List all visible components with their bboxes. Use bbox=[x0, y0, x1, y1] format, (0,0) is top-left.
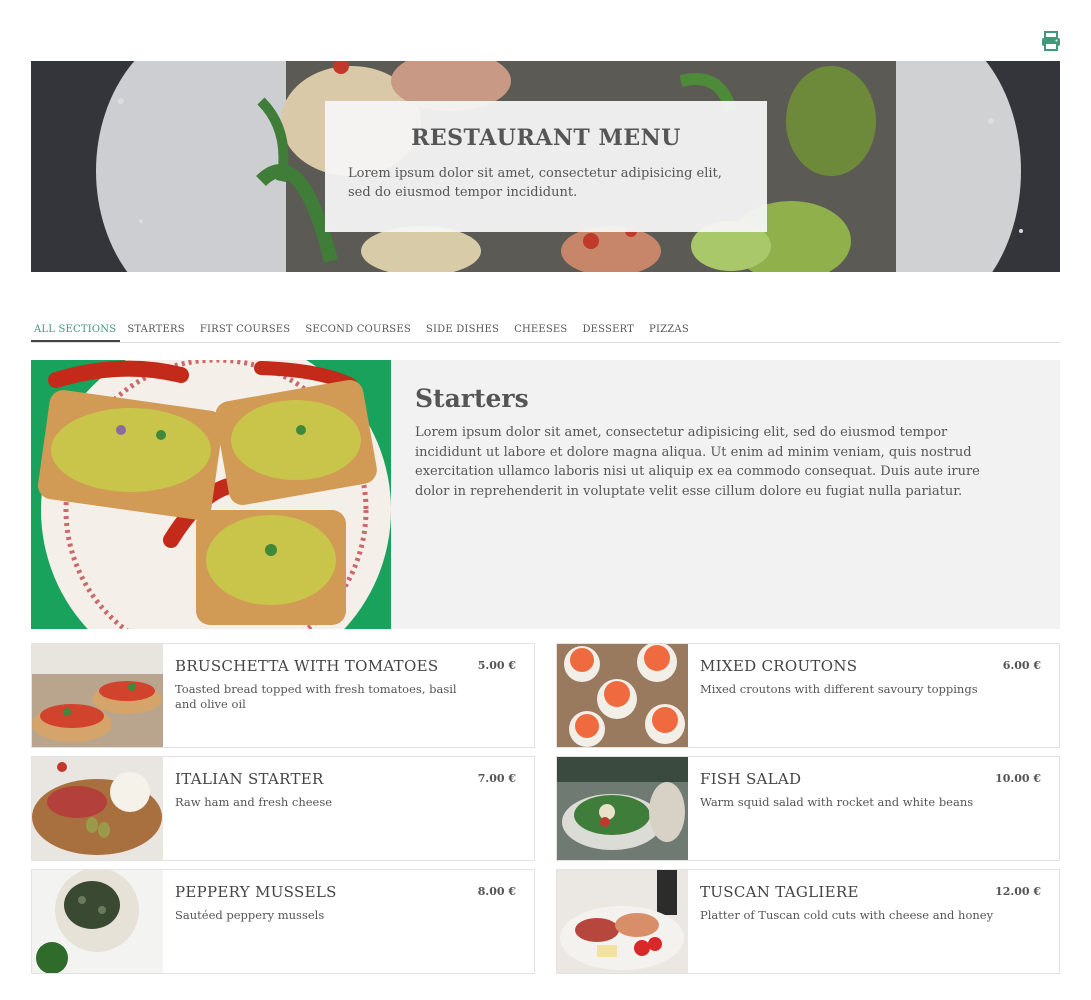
menu-item-price: 12.00 € bbox=[995, 885, 1041, 898]
menu-item-name: BRUSCHETTA WITH TOMATOES bbox=[175, 657, 439, 675]
menu-item-price: 6.00 € bbox=[1002, 659, 1041, 672]
menu-item-price: 10.00 € bbox=[995, 772, 1041, 785]
hero-card: RESTAURANT MENU Lorem ipsum dolor sit am… bbox=[325, 101, 767, 232]
menu-item-description: Sautéed peppery mussels bbox=[175, 908, 325, 922]
menu-item-description: Platter of Tuscan cold cuts with cheese … bbox=[700, 908, 994, 922]
menu-item-description: Toasted bread topped with fresh tomatoes… bbox=[175, 682, 457, 711]
menu-item-image bbox=[32, 757, 163, 860]
section-description: Lorem ipsum dolor sit amet, consectetur … bbox=[415, 425, 980, 499]
printer-icon bbox=[1042, 31, 1060, 51]
menu-item-card[interactable]: PEPPERY MUSSELS 8.00 € Sautéed peppery m… bbox=[31, 869, 535, 974]
menu-item-image bbox=[557, 870, 688, 973]
section-tabs: ALL SECTIONS STARTERS FIRST COURSES SECO… bbox=[31, 320, 1060, 343]
tab-side-dishes[interactable]: SIDE DISHES bbox=[423, 320, 507, 342]
tab-pizzas[interactable]: PIZZAS bbox=[646, 320, 697, 342]
menu-item-image bbox=[32, 644, 163, 747]
menu-item-name: MIXED CROUTONS bbox=[700, 657, 858, 675]
menu-item-card[interactable]: BRUSCHETTA WITH TOMATOES 5.00 € Toasted … bbox=[31, 643, 535, 748]
menu-item-name: TUSCAN TAGLIERE bbox=[700, 883, 859, 901]
menu-item-price: 8.00 € bbox=[477, 885, 516, 898]
tab-second-courses[interactable]: SECOND COURSES bbox=[302, 320, 419, 342]
menu-item-image bbox=[32, 870, 163, 973]
menu-item-price: 5.00 € bbox=[477, 659, 516, 672]
section-image bbox=[31, 360, 391, 629]
hero-banner: RESTAURANT MENU Lorem ipsum dolor sit am… bbox=[31, 61, 1060, 272]
section-body: Starters Lorem ipsum dolor sit amet, con… bbox=[415, 384, 995, 501]
tab-first-courses[interactable]: FIRST COURSES bbox=[197, 320, 299, 342]
tab-starters[interactable]: STARTERS bbox=[124, 320, 193, 342]
menu-item-card[interactable]: MIXED CROUTONS 6.00 € Mixed croutons wit… bbox=[556, 643, 1060, 748]
menu-item-card[interactable]: FISH SALAD 10.00 € Warm squid salad with… bbox=[556, 756, 1060, 861]
menu-item-description: Raw ham and fresh cheese bbox=[175, 795, 333, 809]
menu-item-price: 7.00 € bbox=[477, 772, 516, 785]
menu-item-name: ITALIAN STARTER bbox=[175, 770, 324, 788]
page-title: RESTAURANT MENU bbox=[411, 125, 681, 151]
print-button[interactable] bbox=[1040, 30, 1062, 52]
tab-all-sections[interactable]: ALL SECTIONS bbox=[31, 320, 121, 342]
tab-dessert[interactable]: DESSERT bbox=[579, 320, 642, 342]
menu-item-card[interactable]: TUSCAN TAGLIERE 12.00 € Platter of Tusca… bbox=[556, 869, 1060, 974]
menu-item-image bbox=[557, 644, 688, 747]
menu-item-description: Mixed croutons with different savoury to… bbox=[700, 682, 978, 696]
menu-item-name: PEPPERY MUSSELS bbox=[175, 883, 337, 901]
menu-item-name: FISH SALAD bbox=[700, 770, 802, 788]
menu-item-description: Warm squid salad with rocket and white b… bbox=[700, 795, 974, 809]
tab-cheeses[interactable]: CHEESES bbox=[511, 320, 575, 342]
starters-section: Starters Lorem ipsum dolor sit amet, con… bbox=[31, 360, 1060, 629]
menu-item-image bbox=[557, 757, 688, 860]
menu-item-card[interactable]: ITALIAN STARTER 7.00 € Raw ham and fresh… bbox=[31, 756, 535, 861]
hero-description: Lorem ipsum dolor sit amet, consectetur … bbox=[348, 166, 722, 200]
section-title: Starters bbox=[415, 384, 529, 413]
